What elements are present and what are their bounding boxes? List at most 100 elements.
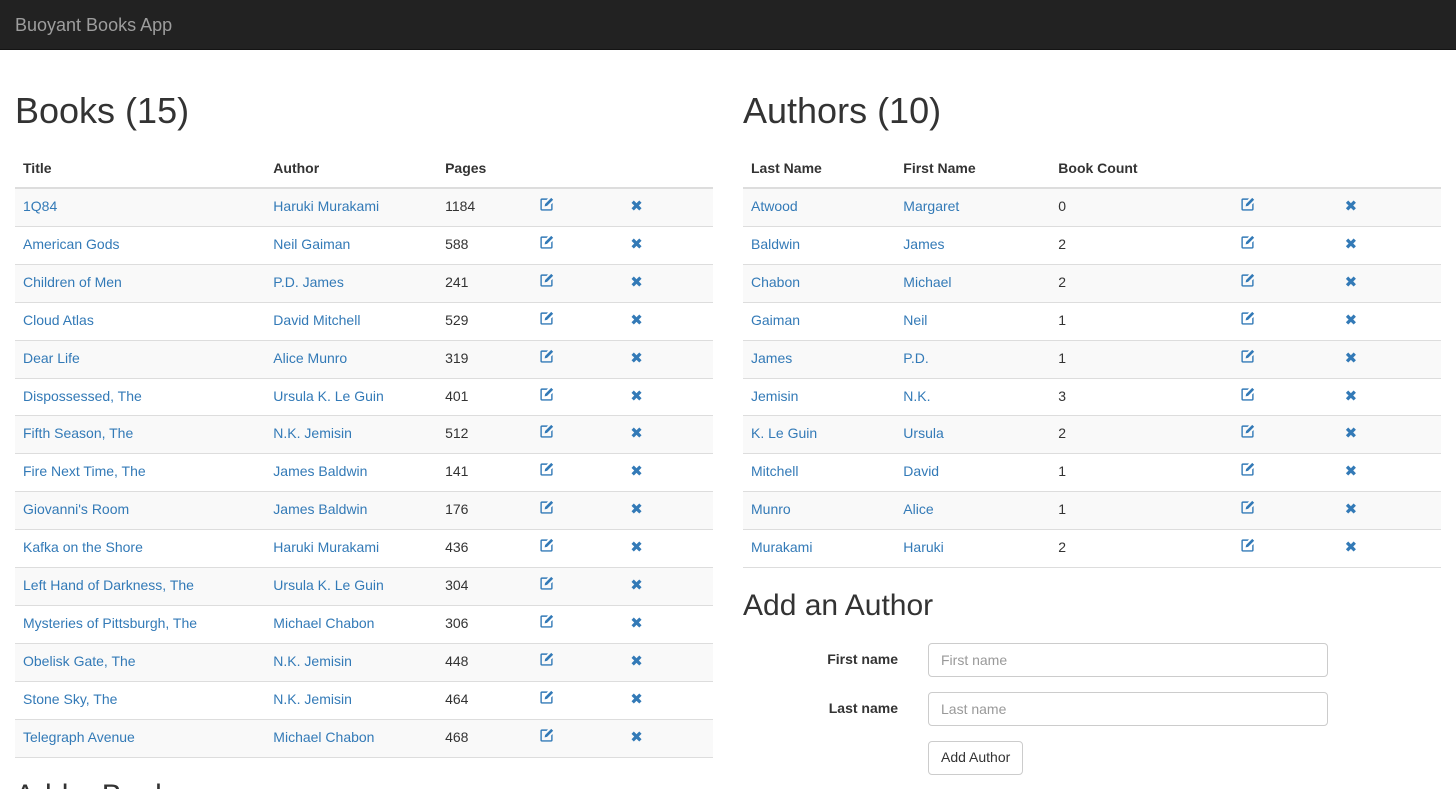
delete-book-icon[interactable]: ✖ (630, 502, 643, 517)
book-title-link[interactable]: Left Hand of Darkness, The (23, 577, 194, 593)
delete-book-icon[interactable]: ✖ (630, 730, 643, 745)
edit-author-icon[interactable] (1240, 424, 1255, 439)
edit-book-icon[interactable] (539, 387, 554, 402)
delete-book-icon[interactable]: ✖ (630, 692, 643, 707)
edit-author-icon[interactable] (1240, 462, 1255, 477)
delete-book-icon[interactable]: ✖ (630, 236, 643, 252)
book-author-link[interactable]: James Baldwin (273, 463, 367, 479)
edit-book-icon[interactable] (539, 349, 554, 364)
book-author-link[interactable]: Haruki Murakami (273, 198, 379, 214)
delete-book-icon[interactable]: ✖ (630, 426, 643, 441)
book-author-link[interactable]: Michael Chabon (273, 615, 374, 631)
delete-book-icon[interactable]: ✖ (630, 388, 643, 404)
edit-book-icon[interactable] (539, 235, 554, 250)
author-first-name-link[interactable]: Margaret (903, 198, 959, 214)
delete-author-icon[interactable]: ✖ (1345, 464, 1358, 479)
edit-author-icon[interactable] (1240, 197, 1255, 212)
book-author-link[interactable]: David Mitchell (273, 312, 360, 328)
edit-author-icon[interactable] (1240, 500, 1255, 515)
delete-book-icon[interactable]: ✖ (630, 654, 643, 669)
edit-book-icon[interactable] (539, 500, 554, 515)
edit-book-icon[interactable] (539, 311, 554, 326)
author-first-name-link[interactable]: Michael (903, 274, 951, 290)
author-last-name-link[interactable]: Jemisin (751, 388, 798, 404)
author-first-name-link[interactable]: N.K. (903, 388, 930, 404)
book-title-link[interactable]: Children of Men (23, 274, 122, 290)
delete-book-icon[interactable]: ✖ (630, 312, 643, 328)
book-author-link[interactable]: Ursula K. Le Guin (273, 388, 384, 404)
edit-book-icon[interactable] (539, 273, 554, 288)
book-title-link[interactable]: Dispossessed, The (23, 388, 142, 404)
book-author-link[interactable]: P.D. James (273, 274, 344, 290)
author-last-name-link[interactable]: Mitchell (751, 463, 798, 479)
edit-book-icon[interactable] (539, 652, 554, 667)
delete-book-icon[interactable]: ✖ (630, 464, 643, 479)
author-first-name-link[interactable]: Ursula (903, 425, 943, 441)
book-title-link[interactable]: Stone Sky, The (23, 691, 117, 707)
book-author-link[interactable]: Michael Chabon (273, 729, 374, 745)
book-author-link[interactable]: Ursula K. Le Guin (273, 577, 384, 593)
add-author-button[interactable]: Add Author (928, 741, 1024, 776)
author-first-name-link[interactable]: Neil (903, 312, 927, 328)
book-title-link[interactable]: Kafka on the Shore (23, 539, 143, 555)
book-author-link[interactable]: N.K. Jemisin (273, 691, 352, 707)
delete-author-icon[interactable]: ✖ (1345, 236, 1358, 252)
author-first-name-link[interactable]: James (903, 236, 944, 252)
edit-author-icon[interactable] (1240, 349, 1255, 364)
book-title-link[interactable]: American Gods (23, 236, 119, 252)
delete-author-icon[interactable]: ✖ (1345, 274, 1358, 290)
delete-book-icon[interactable]: ✖ (630, 350, 643, 366)
author-last-name-link[interactable]: Atwood (751, 198, 798, 214)
book-title-link[interactable]: Telegraph Avenue (23, 729, 135, 745)
book-author-link[interactable]: James Baldwin (273, 501, 367, 517)
author-last-name-link[interactable]: Baldwin (751, 236, 800, 252)
author-last-name-link[interactable]: Chabon (751, 274, 800, 290)
edit-author-icon[interactable] (1240, 538, 1255, 553)
book-title-link[interactable]: 1Q84 (23, 198, 57, 214)
delete-book-icon[interactable]: ✖ (630, 198, 643, 214)
delete-book-icon[interactable]: ✖ (630, 578, 643, 593)
edit-author-icon[interactable] (1240, 273, 1255, 288)
author-last-name-link[interactable]: K. Le Guin (751, 425, 817, 441)
book-title-link[interactable]: Mysteries of Pittsburgh, The (23, 615, 197, 631)
delete-author-icon[interactable]: ✖ (1345, 198, 1358, 214)
edit-book-icon[interactable] (539, 614, 554, 629)
delete-book-icon[interactable]: ✖ (630, 616, 643, 631)
delete-author-icon[interactable]: ✖ (1345, 350, 1358, 366)
edit-book-icon[interactable] (539, 690, 554, 705)
book-title-link[interactable]: Fire Next Time, The (23, 463, 146, 479)
delete-author-icon[interactable]: ✖ (1345, 388, 1358, 404)
author-first-name-link[interactable]: Haruki (903, 539, 943, 555)
author-last-name-link[interactable]: Gaiman (751, 312, 800, 328)
delete-book-icon[interactable]: ✖ (630, 274, 643, 290)
first-name-input[interactable] (928, 643, 1328, 678)
edit-author-icon[interactable] (1240, 311, 1255, 326)
last-name-input[interactable] (928, 692, 1328, 727)
author-first-name-link[interactable]: P.D. (903, 350, 928, 366)
author-first-name-link[interactable]: Alice (903, 501, 933, 517)
edit-book-icon[interactable] (539, 728, 554, 743)
book-title-link[interactable]: Obelisk Gate, The (23, 653, 136, 669)
book-title-link[interactable]: Giovanni's Room (23, 501, 129, 517)
edit-author-icon[interactable] (1240, 387, 1255, 402)
book-author-link[interactable]: Haruki Murakami (273, 539, 379, 555)
delete-author-icon[interactable]: ✖ (1345, 540, 1358, 555)
edit-book-icon[interactable] (539, 538, 554, 553)
book-title-link[interactable]: Dear Life (23, 350, 80, 366)
book-title-link[interactable]: Cloud Atlas (23, 312, 94, 328)
edit-book-icon[interactable] (539, 197, 554, 212)
app-brand-link[interactable]: Buoyant Books App (0, 15, 187, 35)
author-last-name-link[interactable]: James (751, 350, 792, 366)
author-last-name-link[interactable]: Munro (751, 501, 791, 517)
edit-author-icon[interactable] (1240, 235, 1255, 250)
delete-author-icon[interactable]: ✖ (1345, 312, 1358, 328)
delete-author-icon[interactable]: ✖ (1345, 502, 1358, 517)
author-first-name-link[interactable]: David (903, 463, 939, 479)
delete-book-icon[interactable]: ✖ (630, 540, 643, 555)
edit-book-icon[interactable] (539, 424, 554, 439)
book-author-link[interactable]: Neil Gaiman (273, 236, 350, 252)
edit-book-icon[interactable] (539, 576, 554, 591)
author-last-name-link[interactable]: Murakami (751, 539, 812, 555)
delete-author-icon[interactable]: ✖ (1345, 426, 1358, 441)
book-author-link[interactable]: Alice Munro (273, 350, 347, 366)
